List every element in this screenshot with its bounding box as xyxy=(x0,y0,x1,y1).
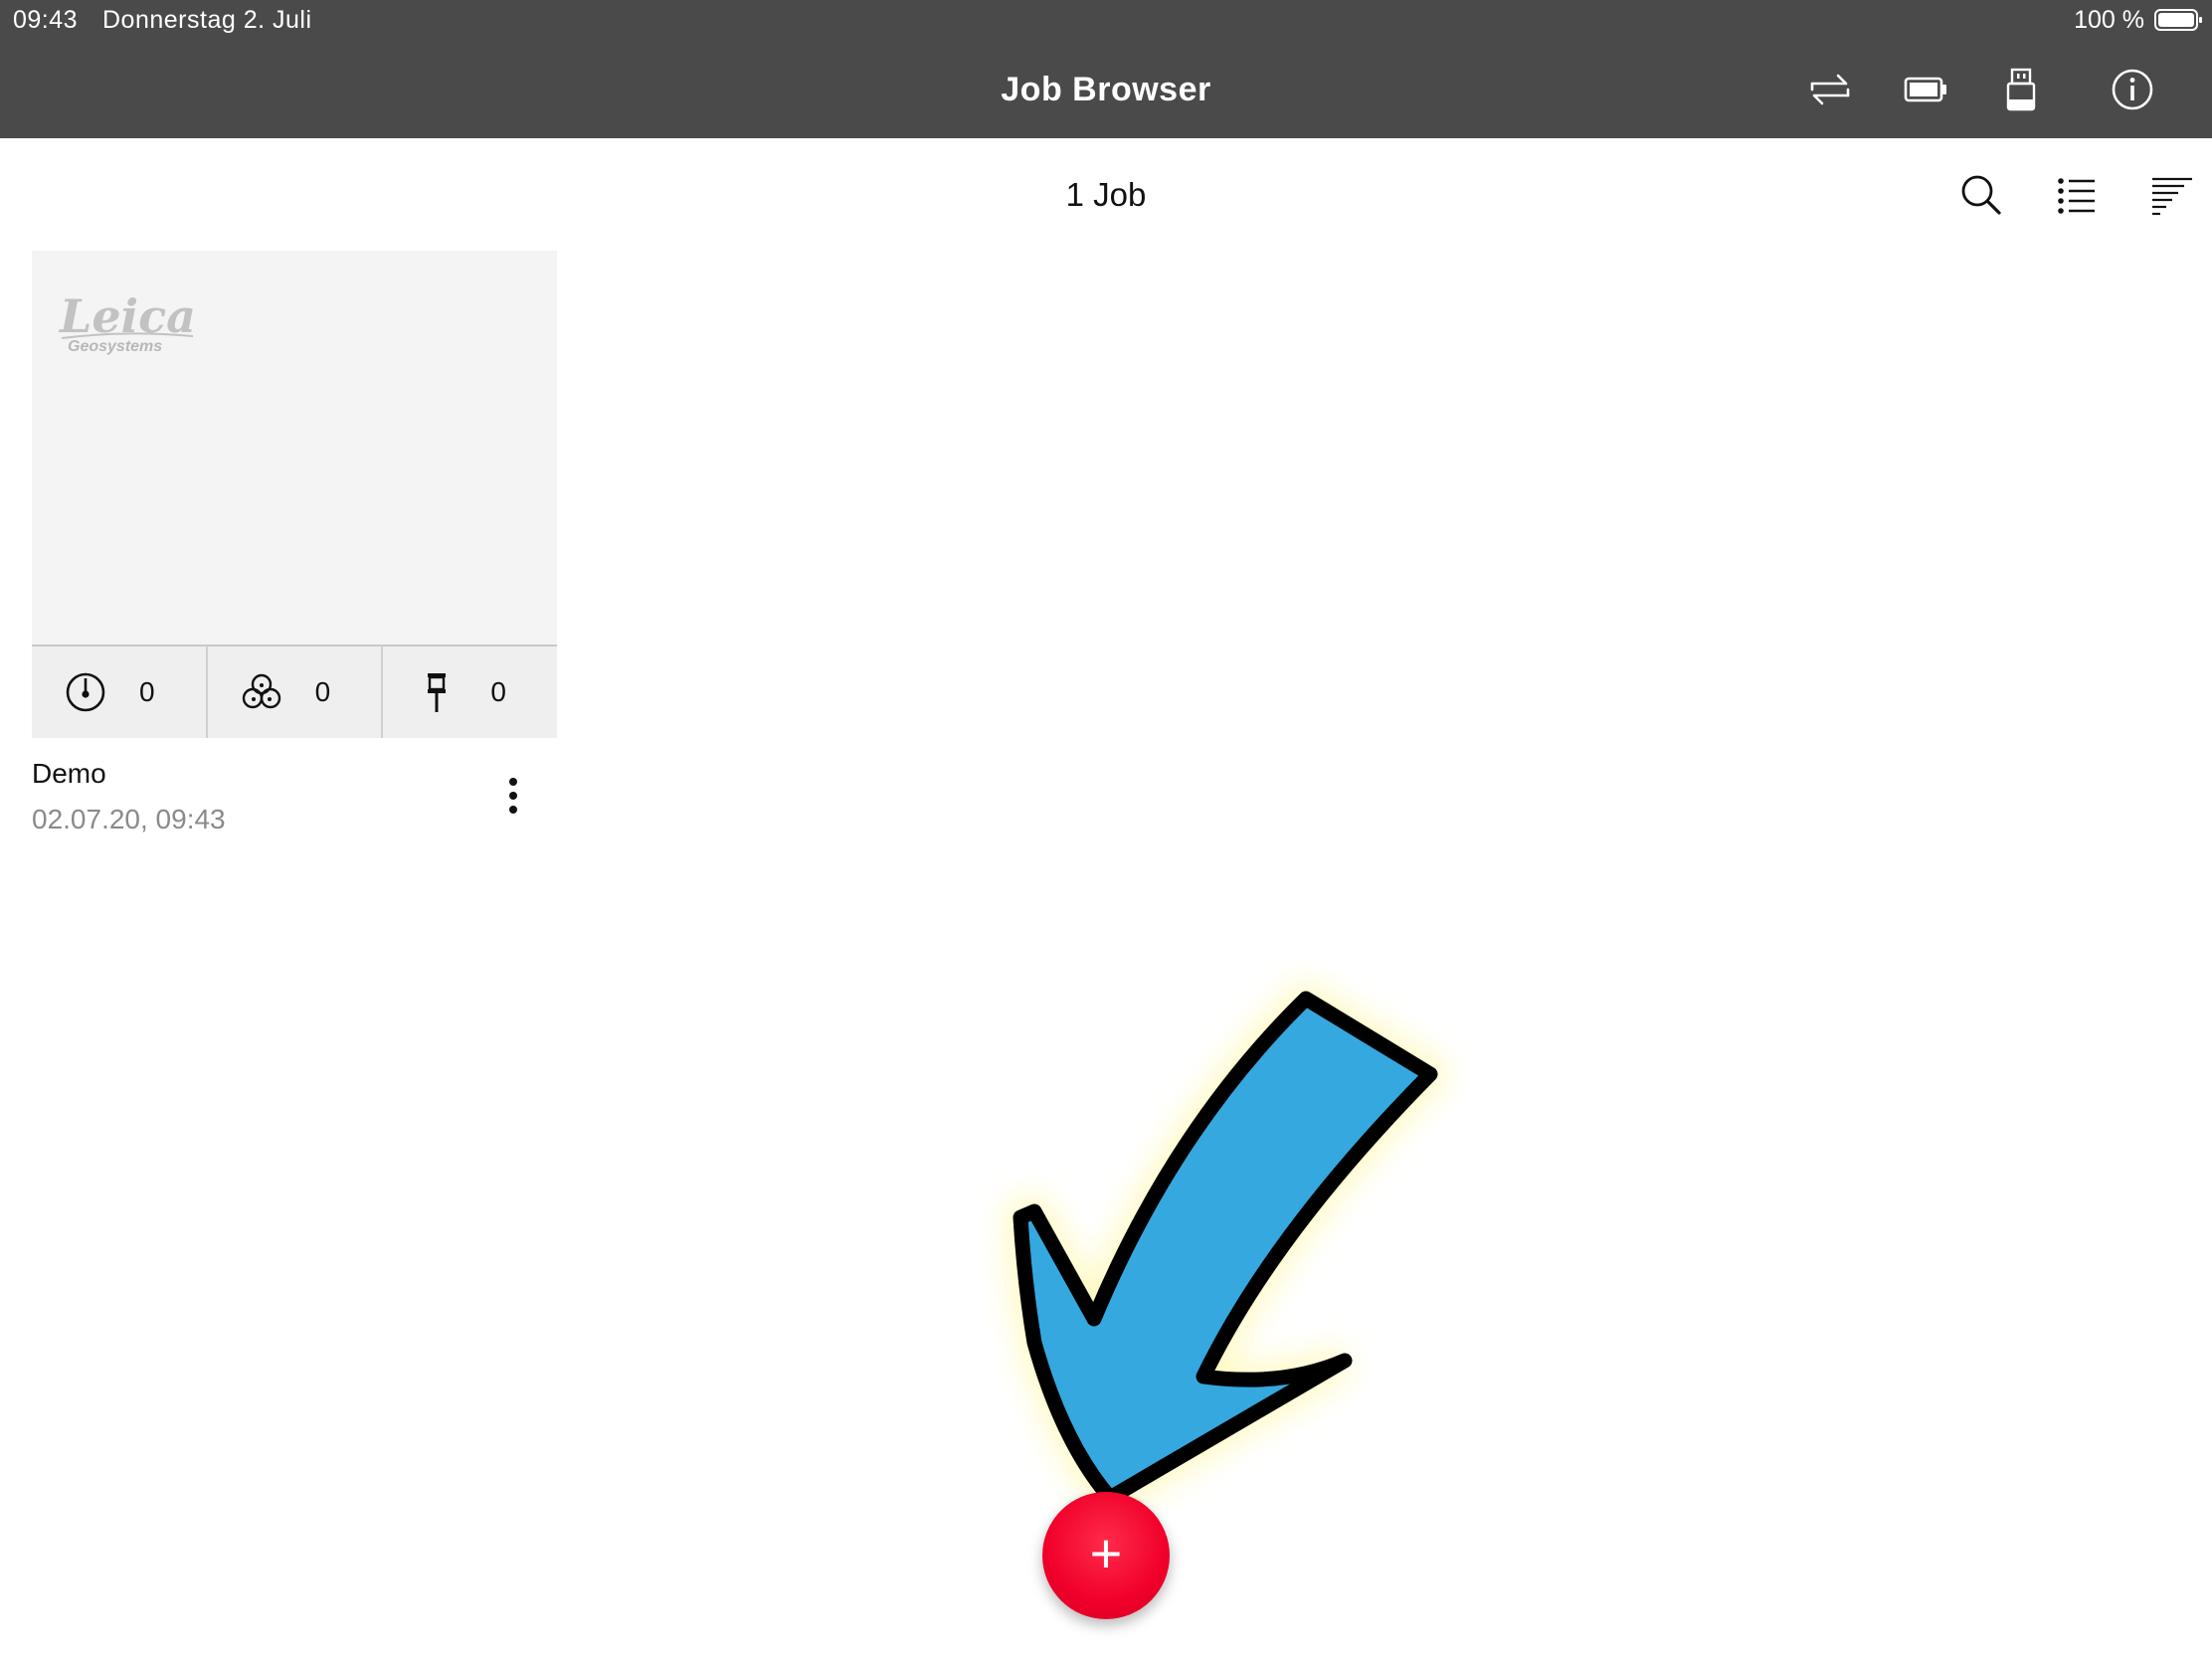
top-bar: 09:43 Donnerstag 2. Juli 100 % Job Brows… xyxy=(0,0,2212,138)
job-thumbnail: Leica Geosystems xyxy=(32,251,557,645)
battery-icon[interactable] xyxy=(1902,66,1949,113)
status-battery-icon xyxy=(2154,9,2202,31)
status-battery-percent: 100 % xyxy=(2074,6,2144,34)
target-pole-icon xyxy=(428,673,447,712)
station-setup-icon xyxy=(66,672,105,712)
job-count: 1 Job xyxy=(1065,176,1147,213)
list-view-icon[interactable] xyxy=(2053,171,2101,219)
stat-setups-value: 0 xyxy=(139,676,155,707)
transfer-icon[interactable] xyxy=(1806,66,1854,113)
stat-scans: 0 xyxy=(208,646,384,738)
usb-icon[interactable] xyxy=(1997,66,2045,113)
stat-targets-value: 0 xyxy=(490,676,506,707)
page-title: Job Browser xyxy=(1001,71,1211,108)
more-options-icon[interactable] xyxy=(497,772,529,820)
stat-targets: 0 xyxy=(383,646,557,738)
status-time: 09:43 xyxy=(13,6,79,34)
job-stats: 0 0 0 xyxy=(32,645,557,738)
scans-icon xyxy=(242,673,280,709)
arrow-pointer-icon xyxy=(1005,980,1455,1518)
job-date: 02.07.20, 09:43 xyxy=(32,804,226,834)
job-name: Demo xyxy=(32,758,106,789)
add-job-button[interactable]: + xyxy=(1042,1492,1170,1619)
info-icon[interactable] xyxy=(2109,66,2156,113)
job-card[interactable]: Leica Geosystems 0 0 0 xyxy=(32,251,557,738)
sort-icon[interactable] xyxy=(2148,171,2196,219)
leica-logo-subtext: Geosystems xyxy=(68,338,163,355)
app-screen: 09:43 Donnerstag 2. Juli 100 % Job Brows… xyxy=(0,0,2212,1659)
search-icon[interactable] xyxy=(1957,171,2005,219)
stat-scans-value: 0 xyxy=(314,676,331,707)
stat-setups: 0 xyxy=(32,646,208,738)
status-date: Donnerstag 2. Juli xyxy=(102,6,312,34)
